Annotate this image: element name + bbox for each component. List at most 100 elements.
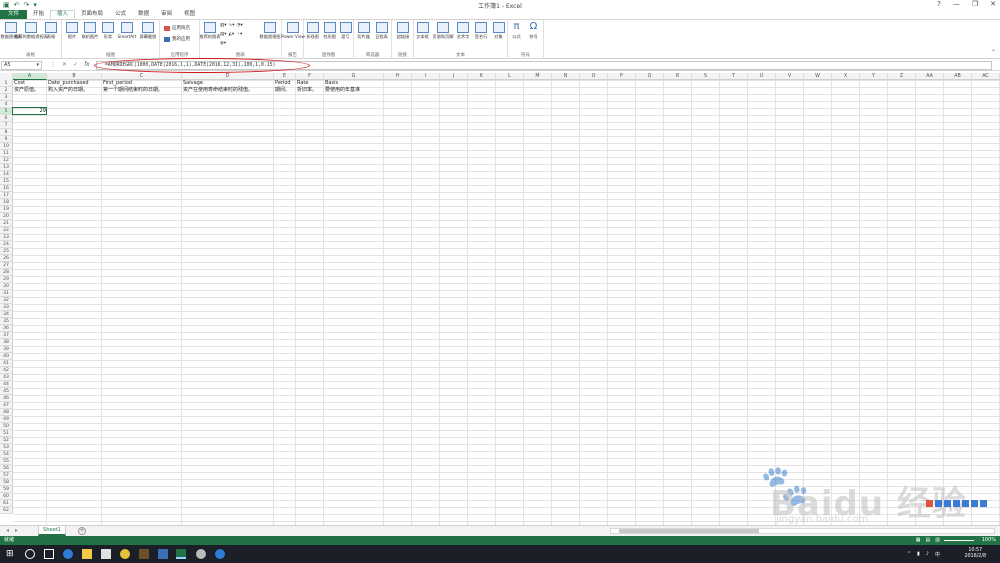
column-header-l[interactable]: L xyxy=(496,73,524,80)
column-header-c[interactable]: C xyxy=(102,73,182,80)
more-icon[interactable]: ⋮ xyxy=(50,61,56,68)
app-icon-3[interactable] xyxy=(196,549,206,559)
row-header-31[interactable]: 31 xyxy=(0,290,13,297)
row-header-12[interactable]: 12 xyxy=(0,157,13,164)
tab-insert[interactable]: 插入 xyxy=(50,10,76,19)
page-layout-view-icon[interactable]: ▤ xyxy=(926,536,931,545)
row-header-10[interactable]: 10 xyxy=(0,143,13,150)
row-header-19[interactable]: 19 xyxy=(0,206,13,213)
prev-sheet-icon[interactable]: ◂ xyxy=(6,527,9,534)
row-header-15[interactable]: 15 xyxy=(0,178,13,185)
row-header-43[interactable]: 43 xyxy=(0,374,13,381)
row-header-50[interactable]: 50 xyxy=(0,423,13,430)
row-header-45[interactable]: 45 xyxy=(0,388,13,395)
select-all-corner[interactable] xyxy=(0,73,13,80)
enter-icon[interactable]: ✓ xyxy=(73,61,78,68)
cell-a2[interactable]: 资产原值。 xyxy=(13,87,39,94)
row-header-44[interactable]: 44 xyxy=(0,381,13,388)
cell-b1[interactable]: Date_purchased xyxy=(47,80,89,87)
row-header-47[interactable]: 47 xyxy=(0,402,13,409)
ime-skin-icon[interactable] xyxy=(971,499,978,507)
row-header-51[interactable]: 51 xyxy=(0,430,13,437)
recommended-pivot-button[interactable]: 推荐的数据透视表 xyxy=(14,22,48,39)
name-box[interactable]: A5 ▾ xyxy=(1,61,42,70)
shapes-button[interactable]: 形状 xyxy=(98,22,118,39)
row-header-9[interactable]: 9 xyxy=(0,136,13,143)
sheet-tab[interactable]: Sheet1 xyxy=(38,526,66,536)
row-header-1[interactable]: 1 xyxy=(0,80,13,87)
help-app-icon[interactable] xyxy=(215,549,225,559)
column-header-w[interactable]: W xyxy=(804,73,832,80)
tab-formulas[interactable]: 公式 xyxy=(109,10,132,19)
chart-type-row-1[interactable]: ▥▾ ∿▾ ◔▾ xyxy=(220,23,243,28)
column-header-ac[interactable]: AC xyxy=(972,73,1000,80)
row-header-13[interactable]: 13 xyxy=(0,164,13,171)
hyperlink-button[interactable]: 超链接 xyxy=(393,22,413,39)
ime-moon-icon[interactable] xyxy=(944,499,951,507)
row-header-53[interactable]: 53 xyxy=(0,444,13,451)
row-header-35[interactable]: 35 xyxy=(0,318,13,325)
sparkline-winloss-button[interactable]: 盈亏 xyxy=(337,22,354,39)
row-header-34[interactable]: 34 xyxy=(0,311,13,318)
close-button[interactable]: ✕ xyxy=(990,0,996,8)
cell-a1[interactable]: Cost xyxy=(13,80,25,87)
tab-review[interactable]: 审阅 xyxy=(155,10,178,19)
row-header-16[interactable]: 16 xyxy=(0,185,13,192)
chart-type-row-2[interactable]: ▤▾ ◭▾ ⁘▾ xyxy=(220,32,242,37)
timeline-button[interactable]: 日程表 xyxy=(372,22,391,39)
row-header-48[interactable]: 48 xyxy=(0,409,13,416)
cell-c2[interactable]: 第一个期间结束时的日期。 xyxy=(102,87,163,94)
wordart-button[interactable]: 艺术字 xyxy=(454,22,472,39)
chevron-down-icon[interactable]: ▾ xyxy=(36,62,39,69)
store-app-icon[interactable] xyxy=(101,549,111,559)
column-header-r[interactable]: R xyxy=(664,73,692,80)
column-header-v[interactable]: V xyxy=(776,73,804,80)
row-header-57[interactable]: 57 xyxy=(0,472,13,479)
signature-line-button[interactable]: 签名行 xyxy=(472,22,490,39)
row-header-8[interactable]: 8 xyxy=(0,129,13,136)
row-header-27[interactable]: 27 xyxy=(0,262,13,269)
normal-view-icon[interactable]: ▦ xyxy=(916,536,921,545)
network-icon[interactable]: ▮ xyxy=(917,551,920,558)
tab-view[interactable]: 视图 xyxy=(178,10,201,19)
edge-browser-icon[interactable] xyxy=(63,549,73,559)
textbox-button[interactable]: 文本框 xyxy=(414,22,431,39)
cell-b2[interactable]: 购入资产的日期。 xyxy=(47,87,88,94)
cell-area[interactable]: Cost Date_purchased First_period Salvage Per… xyxy=(12,80,1000,525)
column-header-j[interactable]: J xyxy=(440,73,468,80)
column-header-aa[interactable]: AA xyxy=(916,73,944,80)
store-button[interactable]: 应用商店 xyxy=(164,25,190,31)
cell-g2[interactable]: 要使用的年基准 xyxy=(324,87,360,94)
next-sheet-icon[interactable]: ▸ xyxy=(15,527,18,534)
column-header-q[interactable]: Q xyxy=(636,73,664,80)
pictures-button[interactable]: 图片 xyxy=(62,22,82,39)
smartart-button[interactable]: SmartArt xyxy=(117,22,137,39)
app-icon-2[interactable] xyxy=(158,549,168,559)
my-apps-button[interactable]: 我的应用 xyxy=(164,36,190,42)
cell-e2[interactable]: 期间。 xyxy=(274,87,290,94)
row-header-25[interactable]: 25 xyxy=(0,248,13,255)
column-header-a[interactable]: A xyxy=(13,73,47,80)
column-header-h[interactable]: H xyxy=(384,73,412,80)
slicer-button[interactable]: 切片器 xyxy=(354,22,373,39)
row-header-2[interactable]: 2 xyxy=(0,87,13,94)
ime-keyboard-icon[interactable] xyxy=(962,499,969,507)
row-header-24[interactable]: 24 xyxy=(0,241,13,248)
row-header-33[interactable]: 33 xyxy=(0,304,13,311)
column-header-p[interactable]: P xyxy=(608,73,636,80)
chrome-icon[interactable] xyxy=(120,549,130,559)
symbol-button[interactable]: Ω 符号 xyxy=(525,22,542,40)
row-header-39[interactable]: 39 xyxy=(0,346,13,353)
column-header-g[interactable]: G xyxy=(324,73,384,80)
power-view-button[interactable]: Power View xyxy=(281,22,305,39)
minimize-button[interactable]: — xyxy=(953,0,960,8)
ime-lang-icon[interactable] xyxy=(935,499,942,507)
row-header-26[interactable]: 26 xyxy=(0,255,13,262)
help-button[interactable]: ? xyxy=(937,0,941,8)
restore-button[interactable]: ❐ xyxy=(972,0,978,8)
row-header-6[interactable]: 6 xyxy=(0,115,13,122)
column-header-t[interactable]: T xyxy=(720,73,748,80)
scrollbar-thumb[interactable] xyxy=(619,529,759,533)
ime-tools-icon[interactable] xyxy=(980,499,987,507)
column-header-s[interactable]: S xyxy=(692,73,720,80)
